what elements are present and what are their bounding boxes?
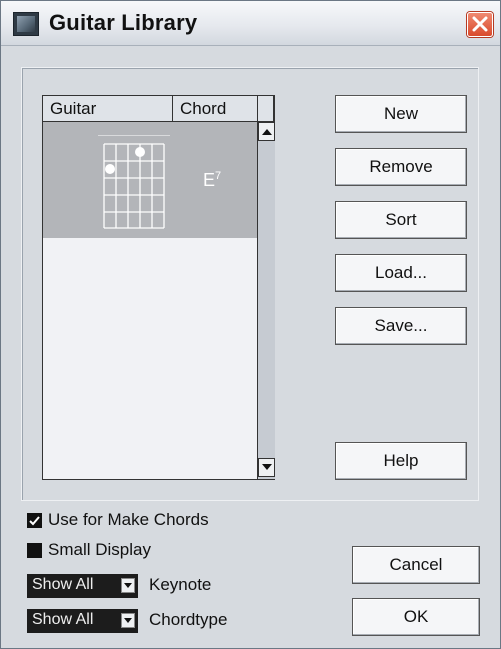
use-for-make-chords-checkbox[interactable] (27, 513, 42, 528)
arrow-down-icon (262, 464, 272, 470)
ok-button[interactable]: OK (352, 598, 480, 636)
window-title: Guitar Library (49, 10, 198, 35)
scroll-down-button[interactable] (258, 458, 275, 477)
title-bar[interactable]: Guitar Library (1, 1, 500, 46)
column-header-spacer (258, 96, 274, 122)
chordtype-dropdown[interactable]: Show All (27, 609, 138, 633)
chordtype-value: Show All (32, 611, 94, 628)
remove-button[interactable]: Remove (335, 148, 467, 186)
save-button[interactable]: Save... (335, 307, 467, 345)
close-button[interactable] (467, 12, 493, 37)
close-icon (472, 16, 488, 32)
chevron-down-icon (124, 583, 132, 588)
small-display-checkbox[interactable] (27, 543, 42, 558)
help-button[interactable]: Help (335, 442, 467, 480)
guitar-library-window: Guitar Library Guitar Chord E7 New Remov… (0, 0, 501, 649)
arrow-up-icon (262, 129, 272, 135)
app-icon (13, 12, 39, 36)
cancel-button[interactable]: Cancel (352, 546, 480, 584)
load-button[interactable]: Load... (335, 254, 467, 292)
sort-button[interactable]: Sort (335, 201, 467, 239)
checkmark-icon (29, 516, 40, 526)
use-for-make-chords-label: Use for Make Chords (48, 510, 209, 529)
chordtype-label: Chordtype (149, 610, 228, 629)
column-header-chord[interactable]: Chord (173, 96, 258, 122)
list-scrollbar[interactable] (257, 122, 275, 479)
keynote-value: Show All (32, 576, 94, 593)
chord-list[interactable]: Guitar Chord E7 (42, 95, 275, 480)
chevron-down-icon (124, 618, 132, 623)
scroll-up-button[interactable] (258, 122, 275, 141)
keynote-label: Keynote (149, 575, 212, 594)
chord-name: E7 (203, 170, 222, 190)
keynote-dropdown[interactable]: Show All (27, 574, 138, 598)
column-header-guitar[interactable]: Guitar (43, 96, 173, 122)
list-item[interactable]: E7 (43, 122, 257, 238)
guitar-chord-diagram (98, 135, 170, 229)
small-display-label: Small Display (48, 540, 151, 559)
new-button[interactable]: New (335, 95, 467, 133)
